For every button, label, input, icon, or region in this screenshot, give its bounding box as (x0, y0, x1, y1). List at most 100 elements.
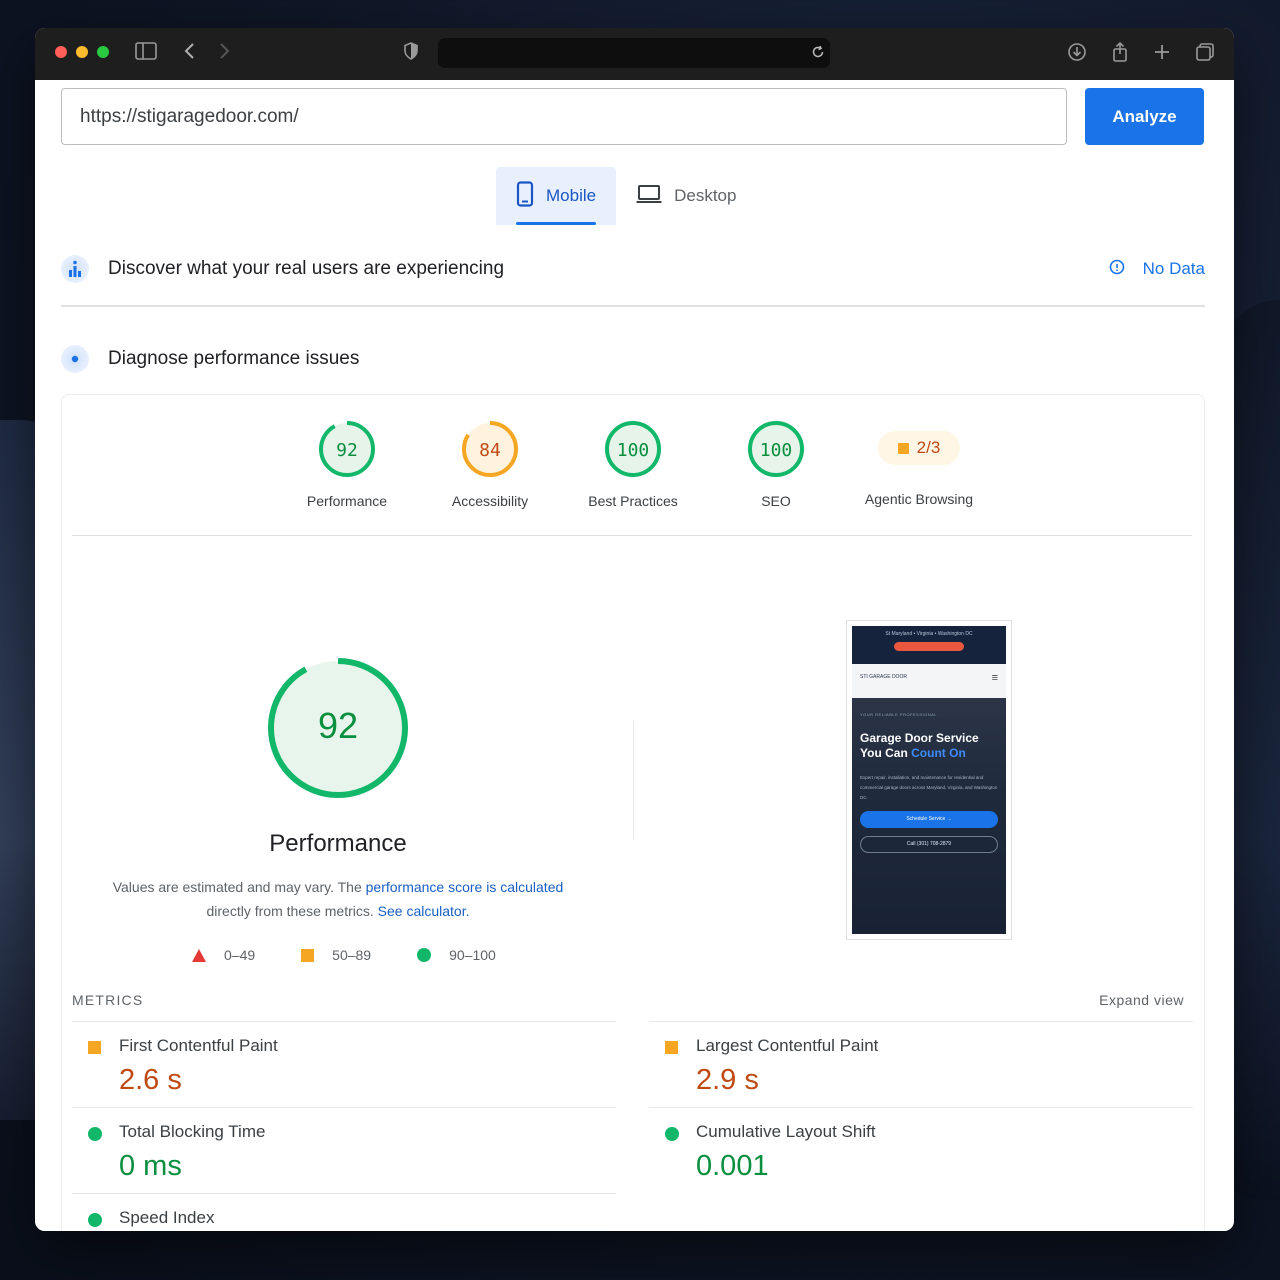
metric-tbt: Total Blocking Time 0 ms (72, 1107, 616, 1193)
score-legend: 0–49 50–89 90–100 (192, 947, 496, 963)
performance-description: Values are estimated and may vary. The p… (102, 875, 574, 923)
metric-tbt-name: Total Blocking Time (119, 1122, 266, 1141)
browser-window: Analyze Mobile Desktop Discover what you… (35, 28, 1234, 1231)
reload-icon[interactable] (806, 41, 830, 65)
preview-hero: YOUR RELIABLE PROFESSIONAL Garage Door S… (852, 698, 1006, 934)
traffic-lights (55, 46, 109, 58)
device-tabs: Mobile Desktop (496, 167, 756, 225)
preview-secondary-button: Call (301) 708-2879 (860, 836, 998, 853)
diagnose-section-header: Diagnose performance issues (61, 345, 1205, 373)
see-calculator-link[interactable]: See calculator. (378, 903, 470, 919)
gauge-performance-icon: 92 (319, 421, 375, 477)
laptop-icon (636, 184, 662, 209)
score-performance-value: 92 (336, 440, 358, 461)
page-content: Analyze Mobile Desktop Discover what you… (35, 80, 1234, 1231)
smartphone-icon (516, 180, 534, 212)
score-accessibility-value: 84 (479, 440, 501, 461)
average-square-icon (88, 1041, 101, 1054)
preview-primary-button: Schedule Service → (860, 811, 998, 828)
preview-kicker: YOUR RELIABLE PROFESSIONAL (860, 712, 938, 717)
zoom-window-button[interactable] (97, 46, 109, 58)
performance-gauge-ring: 92 (268, 658, 408, 798)
average-square-icon (301, 948, 315, 962)
metric-fcp: First Contentful Paint 2.6 s (72, 1021, 616, 1107)
share-icon[interactable] (1108, 41, 1132, 66)
performance-gauge: 92 (266, 656, 410, 805)
pass-circle-icon (88, 1127, 102, 1141)
preview-logo: STI GARAGE DOOR (860, 674, 907, 680)
preview-topbar-pill (894, 642, 964, 651)
legend-fail: 0–49 (192, 947, 255, 963)
score-seo[interactable]: 100 SEO (711, 419, 841, 509)
score-accessibility-label: Accessibility (451, 493, 529, 509)
metrics-header: METRICS (72, 992, 144, 1008)
address-bar[interactable] (438, 38, 830, 68)
url-input[interactable] (61, 88, 1067, 145)
score-agentic-browsing[interactable]: 2/3 Agentic Browsing (849, 419, 989, 507)
preview-body: Expert repair, installation, and mainten… (860, 775, 998, 800)
legend-average-label: 50–89 (332, 947, 372, 963)
vertical-divider (633, 721, 634, 839)
no-data-label: No Data (1142, 259, 1205, 278)
agentic-score-pill: 2/3 (878, 431, 960, 465)
score-accessibility[interactable]: 84 Accessibility (425, 419, 555, 509)
hamburger-icon: ≡ (991, 672, 998, 684)
category-scores: 92 Performance 84 Accessibility 100 Best… (62, 419, 1204, 539)
privacy-shield-icon[interactable] (399, 42, 423, 66)
lighthouse-report-card: 92 Performance 84 Accessibility 100 Best… (61, 394, 1205, 1231)
download-icon[interactable] (1065, 42, 1089, 66)
browser-toolbar (35, 28, 1234, 80)
lab-data-icon (61, 345, 89, 373)
score-best-practices[interactable]: 100 Best Practices (568, 419, 698, 509)
preview-headline-1: Garage Door Service (860, 731, 979, 745)
agentic-score-value: 2/3 (916, 438, 941, 457)
metric-lcp: Largest Contentful Paint 2.9 s (649, 1021, 1193, 1107)
average-square-icon (665, 1041, 678, 1054)
page-screenshot-thumbnail: St Maryland • Virginia • Washington DC S… (846, 620, 1012, 940)
legend-average: 50–89 (301, 947, 371, 963)
minimize-window-button[interactable] (76, 46, 88, 58)
gauge-seo-icon: 100 (748, 421, 804, 477)
legend-pass: 90–100 (417, 947, 496, 963)
metric-lcp-value: 2.9 s (696, 1064, 759, 1096)
preview-top-text: St Maryland • Virginia • Washington DC (885, 631, 973, 637)
info-icon (1109, 259, 1125, 280)
gauge-accessibility-icon: 84 (462, 421, 518, 477)
tab-desktop[interactable]: Desktop (616, 167, 756, 225)
score-calculated-link[interactable]: performance score is calculated (366, 879, 564, 895)
desc-text-2: directly from these metrics. (206, 903, 378, 919)
average-square-icon (897, 442, 909, 454)
section-divider (61, 305, 1205, 307)
field-data-icon (61, 255, 89, 283)
pass-circle-icon (665, 1127, 679, 1141)
forward-icon[interactable] (212, 42, 236, 66)
performance-title: Performance (269, 830, 407, 857)
metric-tbt-value: 0 ms (119, 1150, 182, 1182)
expand-view-toggle[interactable]: Expand view (1099, 992, 1184, 1008)
card-divider (72, 535, 1192, 536)
metric-lcp-name: Largest Contentful Paint (696, 1036, 879, 1055)
score-performance[interactable]: 92 Performance (282, 419, 412, 509)
desc-text-1: Values are estimated and may vary. The (112, 879, 366, 895)
metric-fcp-value: 2.6 s (119, 1064, 182, 1096)
tab-overview-icon[interactable] (1193, 42, 1217, 66)
performance-score-value: 92 (318, 705, 358, 746)
pass-circle-icon (88, 1213, 102, 1227)
tab-desktop-label: Desktop (674, 186, 737, 205)
sidebar-toggle-icon[interactable] (134, 42, 158, 66)
metric-speed-index-name: Speed Index (119, 1208, 215, 1227)
metric-speed-index: Speed Index (72, 1193, 616, 1231)
new-tab-icon[interactable] (1150, 42, 1174, 66)
preview-header: STI GARAGE DOOR ≡ (852, 664, 1006, 698)
crux-section-header[interactable]: Discover what your real users are experi… (61, 255, 1205, 283)
diagnose-title: Diagnose performance issues (108, 348, 360, 369)
back-icon[interactable] (178, 42, 202, 66)
preview-topbar: St Maryland • Virginia • Washington DC (852, 626, 1006, 664)
crux-title: Discover what your real users are experi… (108, 258, 505, 279)
close-window-button[interactable] (55, 46, 67, 58)
metric-cls: Cumulative Layout Shift 0.001 (649, 1107, 1193, 1193)
analyze-button[interactable]: Analyze (1085, 88, 1204, 145)
preview-headline: Garage Door Service You Can Count On (860, 731, 998, 761)
tab-mobile[interactable]: Mobile (496, 167, 617, 225)
score-best-practices-label: Best Practices (588, 493, 678, 509)
